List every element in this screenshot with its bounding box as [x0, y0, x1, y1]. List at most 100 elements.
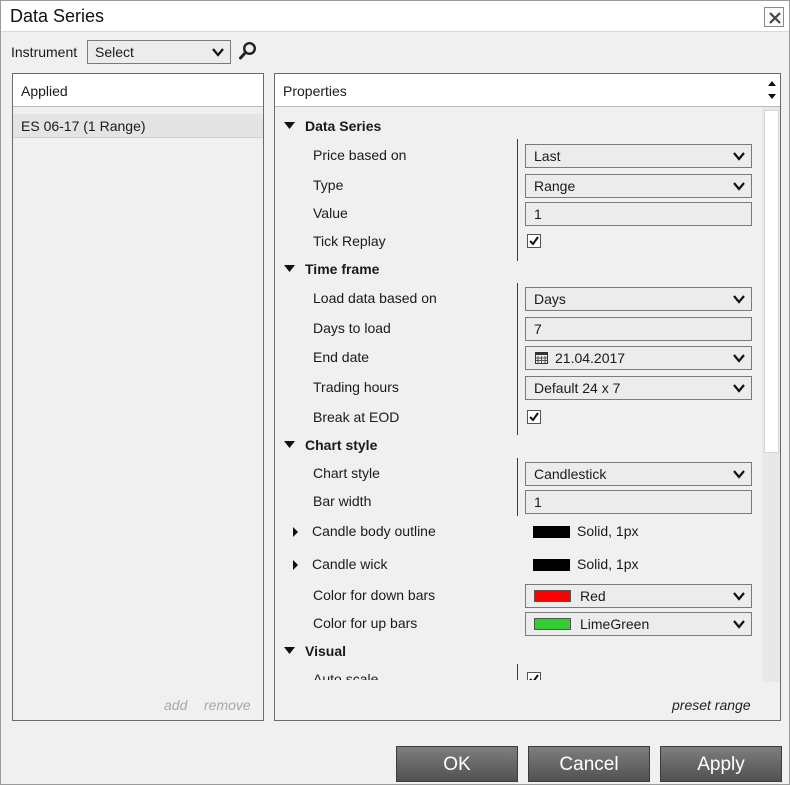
category-data-series[interactable]: Data Series [275, 114, 761, 140]
property-label: Tick Replay [313, 233, 386, 249]
checkmark-icon [529, 236, 539, 246]
instrument-select[interactable]: Select [87, 40, 231, 64]
property-grid: Data Series Price based on Last Type Ran… [275, 108, 761, 680]
preset-link[interactable]: preset range [672, 697, 751, 713]
property-row: Type Range [275, 172, 761, 200]
triangle-up-icon [768, 81, 776, 86]
remove-link[interactable]: remove [204, 697, 251, 713]
auto-scale-checkbox[interactable] [527, 672, 541, 680]
chart-style-select[interactable]: Candlestick [525, 462, 752, 486]
properties-header: Properties [275, 74, 780, 107]
title-bar: Data Series [1, 1, 789, 32]
days-to-load-input[interactable]: 7 [525, 317, 752, 341]
date-value: 21.04.2017 [555, 350, 626, 366]
triangle-down-icon [768, 94, 776, 99]
add-link[interactable]: add [164, 697, 187, 713]
select-value: Last [534, 148, 561, 164]
property-row: Value 1 [275, 200, 761, 228]
select-value: Days [534, 291, 566, 307]
property-row-expandable[interactable]: Candle body outline Solid, 1px [275, 518, 761, 546]
property-row: End date 21.04.2017 [275, 344, 761, 372]
property-row: Break at EOD [275, 404, 761, 432]
break-at-eod-checkbox[interactable] [527, 410, 541, 424]
property-label: Type [313, 177, 344, 193]
chevron-down-icon [733, 592, 745, 601]
properties-panel: Properties Data Series Price based on La… [274, 73, 781, 721]
select-value: LimeGreen [580, 616, 650, 632]
property-label: End date [313, 349, 370, 365]
close-button[interactable] [764, 7, 784, 27]
property-row: Tick Replay [275, 228, 761, 256]
end-date-picker[interactable]: 21.04.2017 [525, 346, 752, 370]
applied-panel: Applied ES 06-17 (1 Range) add remove [12, 73, 264, 721]
collapse-triangle-icon [284, 647, 295, 654]
select-value: Candlestick [534, 466, 607, 482]
property-row: Days to load 7 [275, 315, 761, 343]
category-visual[interactable]: Visual [275, 639, 761, 665]
chevron-down-icon [733, 470, 745, 479]
property-label: Break at EOD [313, 409, 400, 425]
property-row: Chart style Candlestick [275, 460, 761, 488]
load-data-select[interactable]: Days [525, 287, 752, 311]
stroke-value: Solid, 1px [577, 523, 639, 539]
select-value: Range [534, 178, 576, 194]
ok-button[interactable]: OK [396, 746, 518, 782]
property-row: Color for up bars LimeGreen [275, 610, 761, 638]
scroll-up-button[interactable] [764, 76, 780, 90]
close-icon [769, 12, 781, 24]
applied-header: Applied [13, 74, 263, 107]
value-input[interactable]: 1 [525, 202, 752, 226]
bar-width-input[interactable]: 1 [525, 490, 752, 514]
property-label: Candle body outline [312, 523, 436, 539]
window-title: Data Series [10, 6, 105, 26]
property-label: Bar width [313, 493, 372, 509]
green-color-swatch [534, 618, 571, 630]
property-row-expandable[interactable]: Candle wick Solid, 1px [275, 551, 761, 579]
stroke-value: Solid, 1px [577, 556, 639, 572]
checkmark-icon [529, 412, 539, 422]
down-color-select[interactable]: Red [525, 584, 752, 608]
up-color-select[interactable]: LimeGreen [525, 612, 752, 636]
category-chart-style[interactable]: Chart style [275, 433, 761, 459]
category-title: Chart style [305, 437, 378, 453]
instrument-select-value: Select [95, 44, 134, 60]
stroke-swatch [533, 526, 570, 538]
red-color-swatch [534, 590, 571, 602]
cancel-button[interactable]: Cancel [528, 746, 650, 782]
property-label: Trading hours [313, 379, 399, 395]
expand-triangle-icon[interactable] [293, 527, 299, 537]
scroll-down-button[interactable] [764, 90, 780, 104]
property-row: Color for down bars Red [275, 582, 761, 610]
property-row: Trading hours Default 24 x 7 [275, 374, 761, 402]
calendar-icon [535, 352, 548, 364]
property-label: Load data based on [313, 290, 437, 306]
chevron-down-icon [733, 182, 745, 191]
stroke-swatch [533, 559, 570, 571]
collapse-triangle-icon [284, 122, 295, 129]
chevron-down-icon [212, 48, 224, 57]
list-item[interactable]: ES 06-17 (1 Range) [13, 114, 263, 138]
tick-replay-checkbox[interactable] [527, 234, 541, 248]
instrument-label: Instrument [11, 44, 78, 60]
price-based-on-select[interactable]: Last [525, 144, 752, 168]
chevron-down-icon [733, 152, 745, 161]
property-label: Auto scale [313, 671, 379, 680]
chevron-down-icon [733, 384, 745, 393]
category-title: Time frame [305, 261, 380, 277]
select-value: Red [580, 588, 606, 604]
expand-triangle-icon[interactable] [293, 560, 299, 570]
property-label: Price based on [313, 147, 407, 163]
search-icon[interactable] [238, 41, 258, 61]
property-row: Auto scale [275, 666, 761, 680]
chevron-down-icon [733, 354, 745, 363]
category-time-frame[interactable]: Time frame [275, 257, 761, 283]
apply-button[interactable]: Apply [660, 746, 782, 782]
properties-header-label: Properties [283, 83, 347, 99]
scrollbar-thumb[interactable] [764, 110, 779, 453]
property-row: Load data based on Days [275, 285, 761, 313]
type-select[interactable]: Range [525, 174, 752, 198]
category-title: Data Series [305, 118, 382, 134]
data-series-dialog: Data Series Instrument Select Applied ES… [0, 0, 790, 785]
trading-hours-select[interactable]: Default 24 x 7 [525, 376, 752, 400]
applied-item-label: ES 06-17 (1 Range) [21, 118, 146, 134]
